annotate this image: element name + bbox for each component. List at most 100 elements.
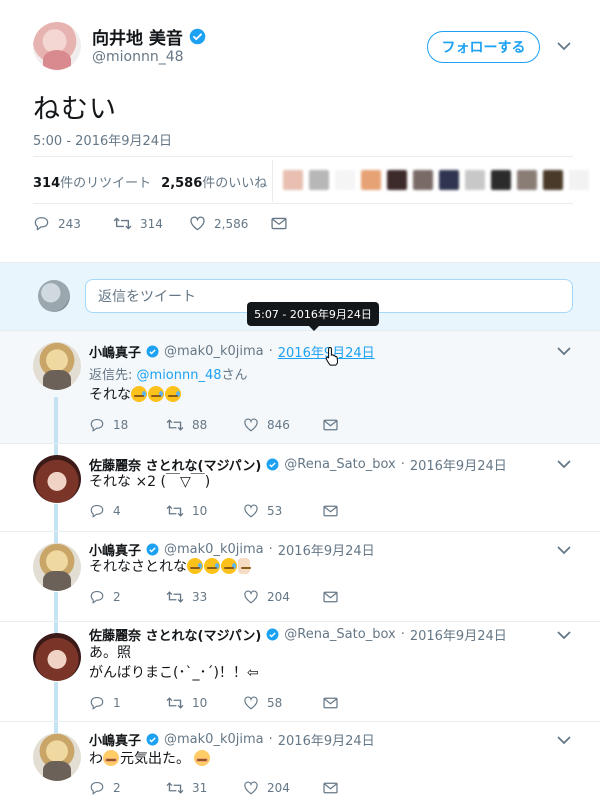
reply-item[interactable]: 小嶋真子 @mak0_k0jima · 2016年9月24日 返信先: @mio… [0,330,600,444]
reply-action[interactable]: 1 [89,696,166,710]
reply-author-name[interactable]: 小嶋真子 [89,730,141,749]
liker-avatar[interactable] [439,170,459,190]
dm-action[interactable] [323,591,338,603]
reply-author-name[interactable]: 小嶋真子 [89,342,141,361]
dm-action[interactable] [323,419,338,431]
reply-avatar[interactable] [33,733,81,781]
retweet-action[interactable]: 88 [166,418,243,432]
reply-icon[interactable] [33,216,50,231]
retweet-action[interactable]: 10 [166,504,243,518]
reply-author-handle[interactable]: @mak0_k0jima [164,344,264,359]
liker-avatar[interactable] [309,170,329,190]
retweet-icon[interactable] [166,418,184,432]
reply-author-handle[interactable]: @Rena_Sato_box [284,457,395,472]
author-avatar[interactable] [33,22,81,70]
heart-icon[interactable] [243,418,259,432]
retweet-icon[interactable] [166,781,184,795]
like-action[interactable]: 846 [243,418,323,432]
reply-actions: 18 88 846 [89,418,338,432]
envelope-icon[interactable] [323,419,338,431]
dm-action[interactable] [323,697,338,709]
reply-date[interactable]: 2016年9月24日 [278,540,375,559]
reply-item[interactable]: 佐藤麗奈 さとれな(マジパン) @Rena_Sato_box · 2016年9月… [0,621,600,722]
reply-action[interactable]: 18 [89,418,166,432]
heart-icon[interactable] [243,504,259,518]
retweet-stat[interactable]: 314件のリツイート [33,172,151,191]
retweet-icon[interactable] [166,696,184,710]
retweet-icon[interactable] [166,504,184,518]
reply-item[interactable]: 佐藤麗奈 さとれな(マジパン) @Rena_Sato_box · 2016年9月… [0,443,600,532]
reply-icon[interactable] [89,418,105,432]
author-name[interactable]: 向井地 美音 [92,24,183,49]
reply-action[interactable]: 4 [89,504,166,518]
retweet-icon[interactable] [113,216,132,231]
reply-icon[interactable] [89,696,105,710]
reply-author-handle[interactable]: @mak0_k0jima [164,542,264,557]
reply-date[interactable]: 2016年9月24日 [410,455,507,474]
heart-icon[interactable] [189,216,206,231]
liker-avatar[interactable] [413,170,433,190]
reply-action[interactable]: 243 [33,216,113,231]
dm-action[interactable] [323,505,338,517]
like-action[interactable]: 2,586 [189,216,271,231]
author-name-row[interactable]: 向井地 美音 [92,24,206,49]
author-handle[interactable]: @mionnn_48 [92,49,184,65]
envelope-icon[interactable] [323,505,338,517]
envelope-icon[interactable] [323,782,338,794]
reply-avatar[interactable] [33,455,81,503]
reply-action[interactable]: 2 [89,781,166,795]
reply-icon[interactable] [89,590,105,604]
retweet-action[interactable]: 31 [166,781,243,795]
dm-action[interactable] [271,217,287,230]
liker-avatar[interactable] [283,170,303,190]
reply-avatar[interactable] [33,543,81,591]
reply-action[interactable]: 2 [89,590,166,604]
envelope-icon[interactable] [323,591,338,603]
liker-avatar[interactable] [543,170,563,190]
envelope-icon[interactable] [323,697,338,709]
reply-icon[interactable] [89,781,105,795]
chevron-down-icon[interactable] [556,40,572,52]
liker-avatar[interactable] [335,170,355,190]
liker-avatar[interactable] [387,170,407,190]
like-action[interactable]: 53 [243,504,323,518]
reply-to-handle[interactable]: @mionnn_48 [137,368,222,383]
chevron-down-icon[interactable] [556,734,572,746]
heart-icon[interactable] [243,781,259,795]
reply-date[interactable]: 2016年9月24日 [278,730,375,749]
reply-author-handle[interactable]: @mak0_k0jima [164,732,264,747]
chevron-down-icon[interactable] [556,544,572,556]
reply-avatar[interactable] [33,342,81,390]
like-action[interactable]: 58 [243,696,323,710]
heart-icon[interactable] [243,590,259,604]
heart-icon[interactable] [243,696,259,710]
reply-icon[interactable] [89,504,105,518]
reply-count: 4 [113,504,121,518]
retweet-icon[interactable] [166,590,184,604]
chevron-down-icon[interactable] [556,458,572,470]
liker-avatar[interactable] [491,170,511,190]
reply-author-handle[interactable]: @Rena_Sato_box [284,627,395,642]
liker-avatar[interactable] [465,170,485,190]
separator-dot: · [268,542,273,557]
retweet-action[interactable]: 314 [113,216,189,231]
retweet-action[interactable]: 10 [166,696,243,710]
like-action[interactable]: 204 [243,781,323,795]
liker-avatar[interactable] [361,170,381,190]
follow-button[interactable]: フォローする [427,31,540,63]
liker-avatar[interactable] [569,170,589,190]
retweet-action[interactable]: 33 [166,590,243,604]
like-stat[interactable]: 2,586件のいいね [161,172,267,191]
reply-date[interactable]: 2016年9月24日 [410,625,507,644]
chevron-down-icon[interactable] [556,629,572,641]
tweet-timestamp[interactable]: 5:00 - 2016年9月24日 [33,130,172,149]
dm-action[interactable] [323,782,338,794]
reply-avatar[interactable] [33,633,81,681]
reply-author-name[interactable]: 佐藤麗奈 さとれな(マジパン) [89,625,261,644]
reply-item[interactable]: 小嶋真子 @mak0_k0jima · 2016年9月24日 わ元気出た。 2 … [0,721,600,803]
like-action[interactable]: 204 [243,590,323,604]
chevron-down-icon[interactable] [556,345,572,357]
envelope-icon[interactable] [271,217,287,230]
reply-item[interactable]: 小嶋真子 @mak0_k0jima · 2016年9月24日 それなさとれな 2… [0,531,600,622]
liker-avatar[interactable] [517,170,537,190]
